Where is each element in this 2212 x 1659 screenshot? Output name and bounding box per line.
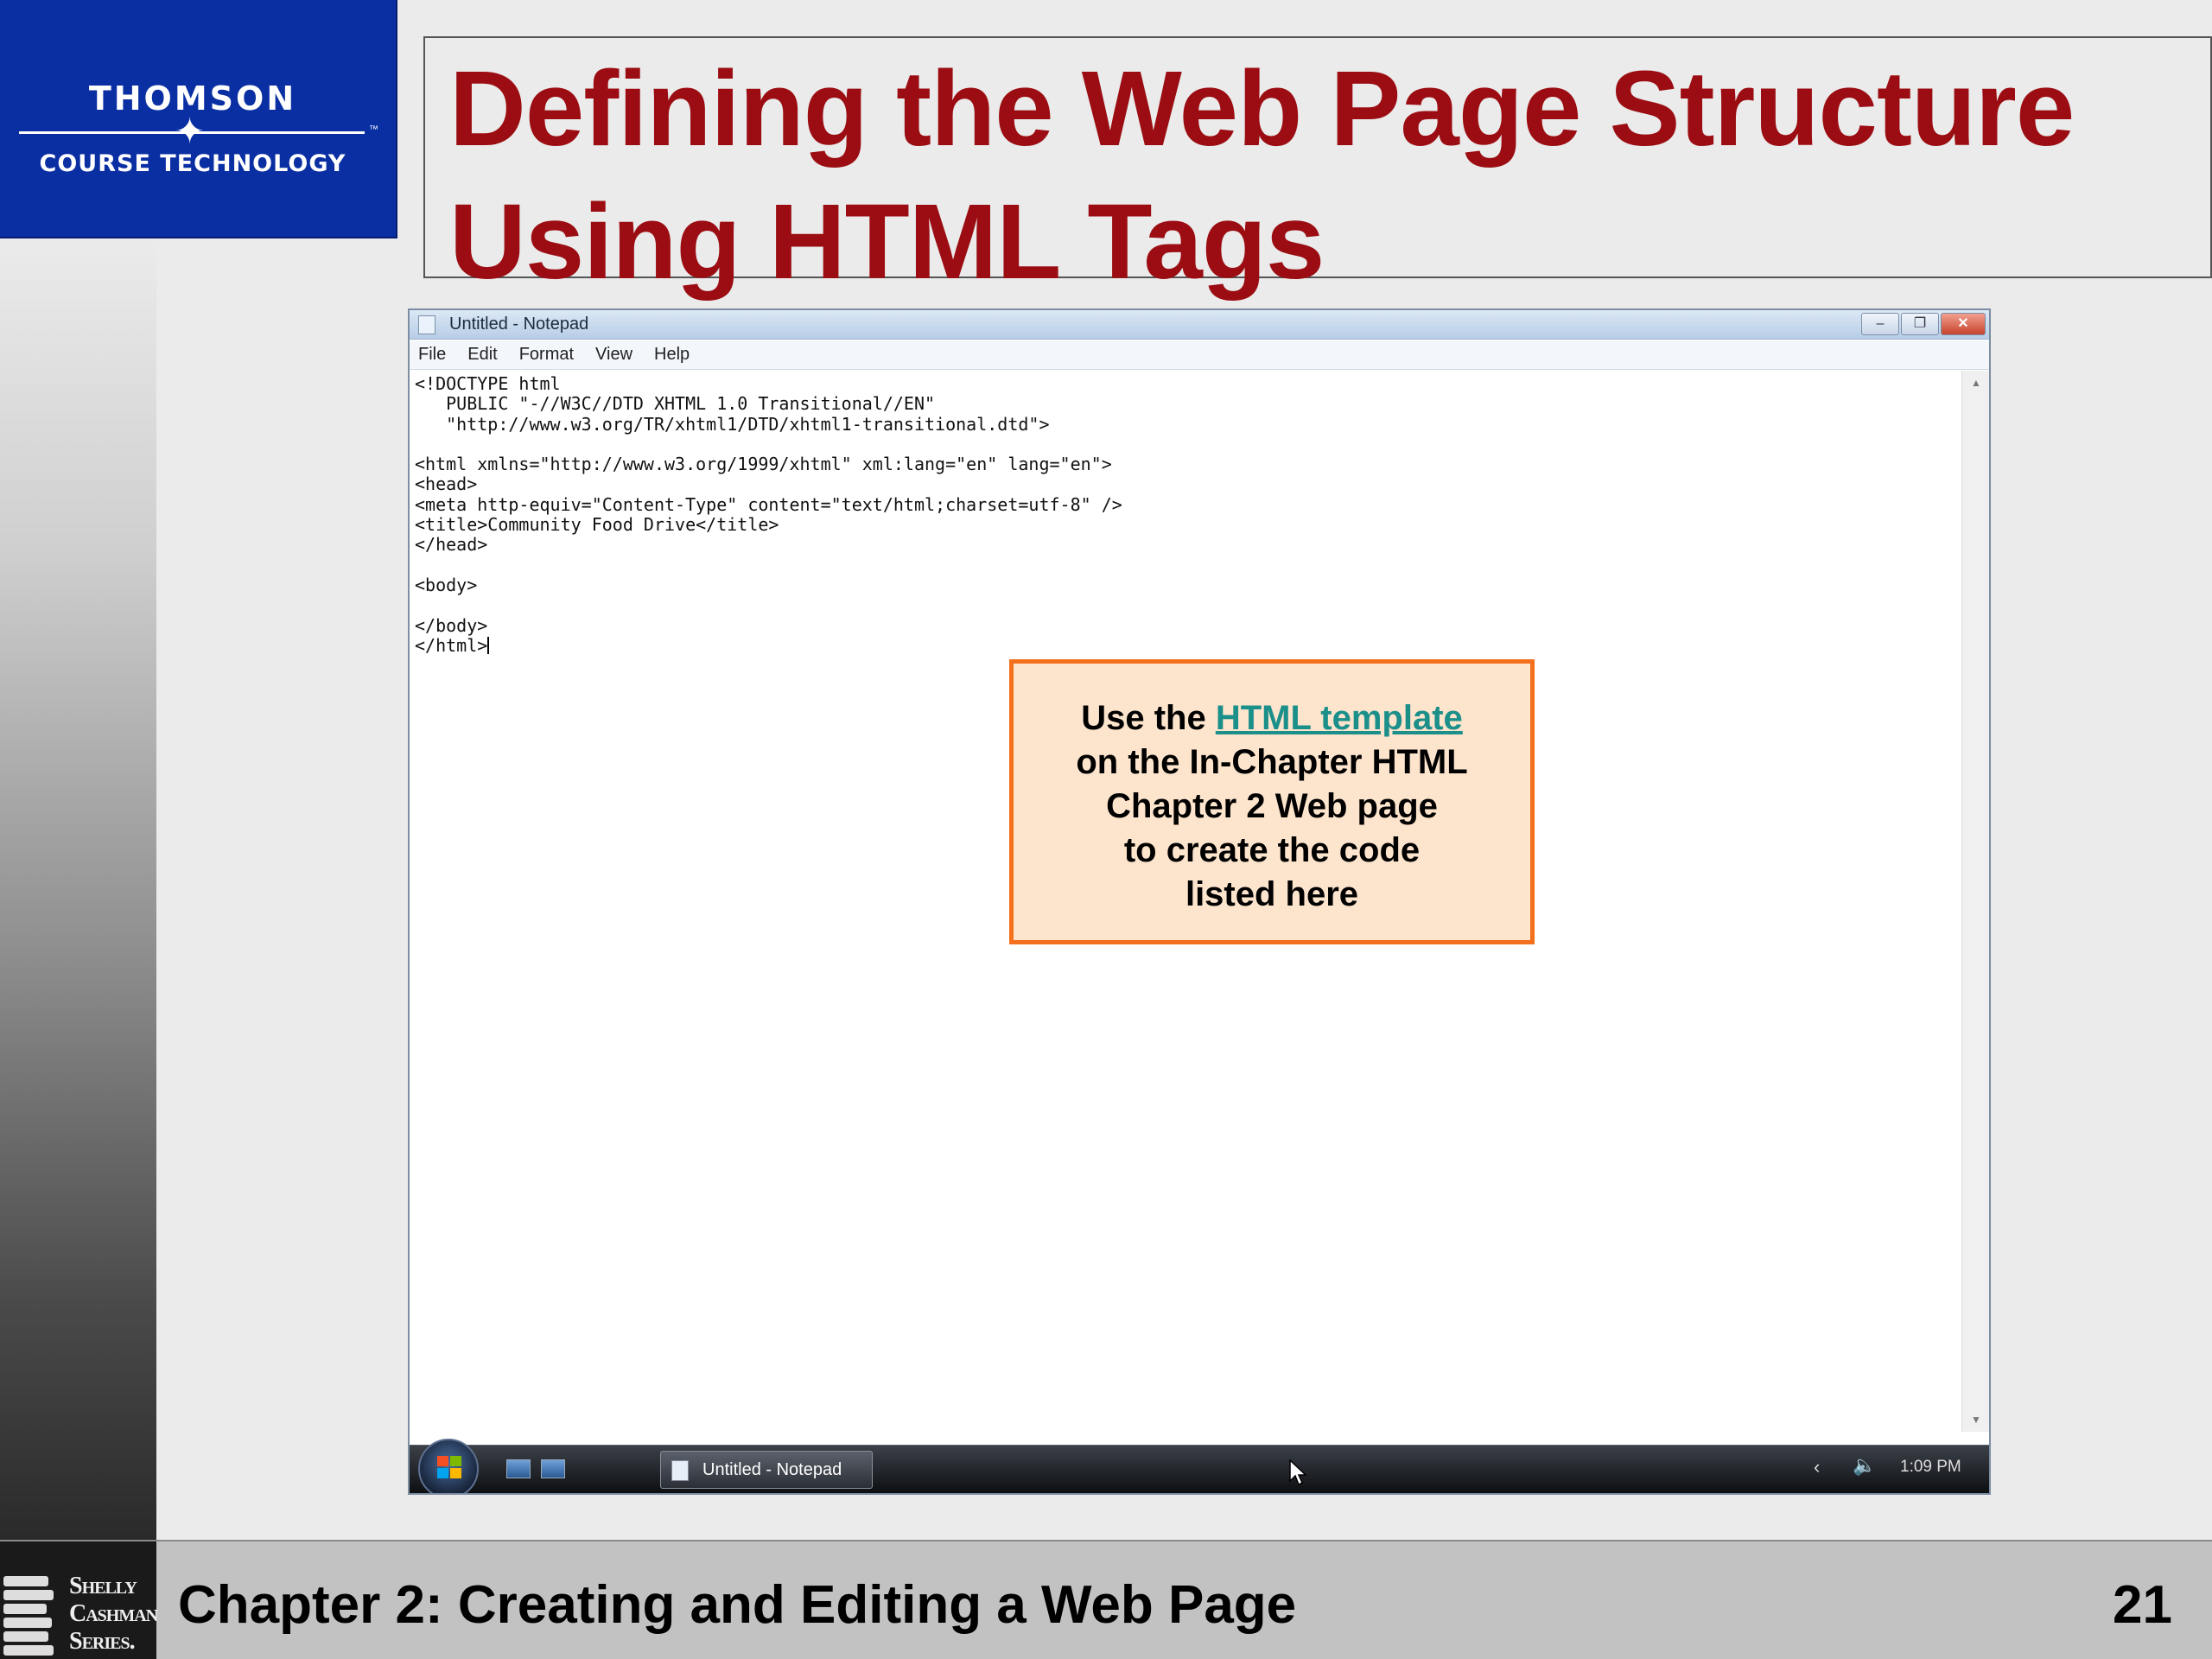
start-button[interactable] — [418, 1439, 479, 1493]
shelly-cashman-logo: Shelly Cashman Series. — [0, 1541, 158, 1659]
left-gradient-bar — [0, 238, 156, 1659]
vertical-scrollbar[interactable]: ▲ ▼ — [1961, 371, 1989, 1432]
callout-line1: Use the HTML template — [1014, 696, 1530, 741]
windows-taskbar: Untitled - Notepad ‹ 🔈 1:09 PM — [410, 1439, 1989, 1493]
scroll-down-icon[interactable]: ▼ — [1962, 1408, 1989, 1432]
slide-title-line2: Using HTML Tags — [449, 183, 1325, 302]
callout-line4: to create the code — [1123, 831, 1421, 869]
show-hidden-icons-icon[interactable]: ‹ — [1814, 1456, 1820, 1478]
series-line3: Series. — [69, 1628, 136, 1655]
menu-help[interactable]: Help — [654, 345, 690, 365]
slide-title-box: Defining the Web Page Structure Using HT… — [423, 36, 2212, 302]
notepad-app-icon — [418, 315, 435, 334]
text-caret — [487, 636, 490, 654]
footer-chapter-title: Chapter 2: Creating and Editing a Web Pa… — [178, 1575, 1297, 1635]
code-line: ​ — [415, 556, 1122, 575]
menu-view[interactable]: View — [595, 345, 632, 365]
close-icon[interactable]: ✕ — [1941, 313, 1986, 335]
thomson-logo: THOMSON ✦ ™ COURSE TECHNOLOGY — [0, 0, 397, 238]
minimize-icon[interactable]: – — [1861, 313, 1899, 335]
notepad-titlebar[interactable]: Untitled - Notepad – ❐ ✕ — [410, 310, 1989, 340]
volume-icon[interactable]: 🔈 — [1853, 1454, 1876, 1477]
menu-file[interactable]: File — [418, 345, 446, 365]
notepad-window-title: Untitled - Notepad — [449, 315, 589, 334]
code-line: </body> — [415, 614, 488, 636]
code-line-text: </html> — [415, 634, 488, 656]
star-icon: ✦ — [175, 111, 206, 151]
switch-windows-icon[interactable] — [541, 1459, 565, 1478]
taskbar-clock[interactable]: 1:09 PM — [1900, 1458, 1961, 1477]
callout-line2: on the In-Chapter HTML — [1076, 743, 1468, 781]
code-line: PUBLIC "-//W3C//DTD XHTML 1.0 Transition… — [415, 393, 936, 415]
code-line: <html xmlns="http://www.w3.org/1999/xhtm… — [415, 454, 1112, 475]
html-template-link[interactable]: HTML template — [1216, 699, 1463, 737]
code-line: <meta http-equiv="Content-Type" content=… — [415, 493, 1122, 515]
code-line: <body> — [415, 574, 478, 595]
notepad-task-icon — [671, 1460, 689, 1481]
taskbar-notepad-label: Untitled - Notepad — [702, 1460, 842, 1479]
menu-edit[interactable]: Edit — [467, 345, 497, 365]
code-line-last: </html> — [415, 634, 1122, 656]
window-controls: – ❐ ✕ — [1859, 313, 1986, 335]
callout-line3: Chapter 2 Web page — [1106, 787, 1438, 825]
windows-flag-icon — [437, 1456, 463, 1480]
slide-title: Defining the Web Page Structure Using HT… — [449, 43, 2075, 309]
taskbar-notepad-button[interactable]: Untitled - Notepad — [660, 1451, 873, 1489]
code-line: </head> — [415, 534, 488, 556]
show-desktop-icon[interactable] — [506, 1459, 531, 1478]
logo-trademark: ™ — [369, 124, 378, 135]
page-number: 21 — [2113, 1575, 2172, 1635]
series-line2: Cashman — [69, 1600, 158, 1627]
callout-line5: listed here — [1185, 875, 1359, 913]
slide-title-line1: Defining the Web Page Structure — [449, 50, 2075, 168]
scroll-up-icon[interactable]: ▲ — [1962, 371, 1989, 395]
menu-format[interactable]: Format — [519, 345, 574, 365]
series-wordmark: Shelly Cashman Series. — [69, 1573, 158, 1656]
mouse-pointer-icon — [1289, 1459, 1307, 1486]
notepad-menubar: File Edit Format View Help — [410, 340, 1989, 370]
code-line: "http://www.w3.org/TR/xhtml1/DTD/xhtml1-… — [415, 413, 1050, 435]
series-line1: Shelly — [69, 1573, 137, 1599]
code-line: <!DOCTYPE html — [415, 373, 561, 394]
code-line: <head> — [415, 474, 478, 495]
instruction-callout: Use the HTML template on the In-Chapter … — [1009, 659, 1535, 944]
code-listing: <!DOCTYPE html PUBLIC "-//W3C//DTD XHTML… — [415, 373, 1122, 656]
slide-footer: Shelly Cashman Series. Chapter 2: Creati… — [0, 1540, 2212, 1659]
code-line: <title>Community Food Drive</title> — [415, 514, 779, 536]
logo-bottom-text: COURSE TECHNOLOGY — [39, 150, 346, 177]
maximize-icon[interactable]: ❐ — [1901, 313, 1939, 335]
code-line: ​ — [415, 595, 1122, 615]
books-icon — [3, 1576, 55, 1656]
callout-prefix: Use the — [1081, 699, 1216, 737]
code-line: ​ — [415, 435, 1122, 454]
